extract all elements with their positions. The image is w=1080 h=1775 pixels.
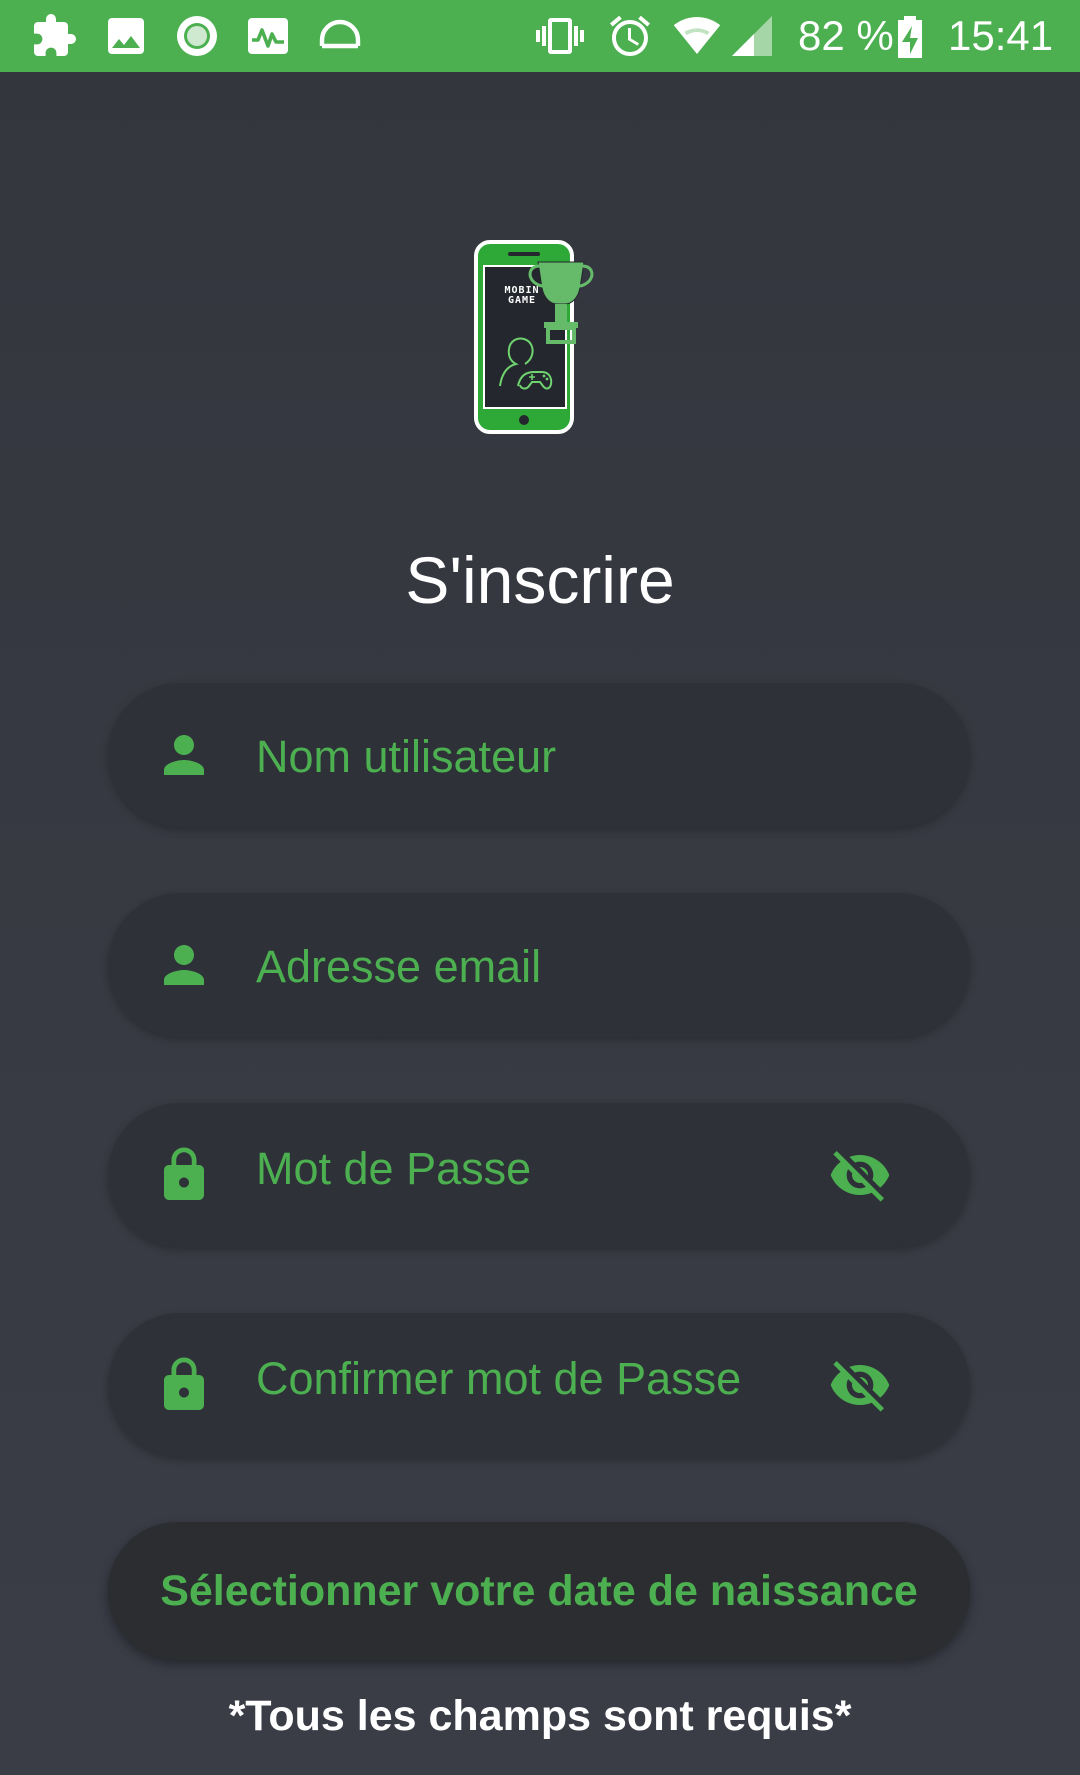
logo-caption: MOBIN GAME [504,285,540,306]
eye-off-icon[interactable] [824,1143,896,1207]
activity-icon [244,12,292,60]
signup-screen: 82 % 15:41 MOBIN GAME S'inscrire Nom uti… [0,0,1080,1775]
image-icon [102,12,150,60]
person-icon [154,935,214,995]
email-field[interactable]: Adresse email [108,893,970,1037]
eye-off-icon[interactable] [824,1353,896,1417]
puzzle-icon [30,12,78,60]
password-field[interactable]: Mot de Passe [108,1103,970,1247]
battery-percent: 82 % [798,12,894,59]
lock-icon [154,1355,214,1415]
confirm-password-placeholder: Confirmer mot de Passe [256,1353,742,1404]
password-placeholder: Mot de Passe [256,1143,532,1194]
app-logo: MOBIN GAME [470,238,610,438]
birth-date-button-label: Sélectionner votre date de naissance [160,1567,918,1615]
person-icon [154,725,214,785]
required-fields-note: *Tous les champs sont requis* [228,1692,852,1740]
username-placeholder: Nom utilisateur [256,731,557,782]
cell-signal-icon [728,12,776,60]
battery-charging-icon [890,12,930,60]
wifi-icon [673,12,721,60]
email-placeholder: Adresse email [256,941,542,992]
record-icon [173,12,221,60]
lock-icon [154,1145,214,1205]
status-bar: 82 % 15:41 [0,0,1080,72]
confirm-password-field[interactable]: Confirmer mot de Passe [108,1313,970,1457]
username-field[interactable]: Nom utilisateur [108,683,970,827]
page-title: S'inscrire [405,543,675,617]
alarm-icon [606,12,654,60]
vibrate-icon [536,12,584,60]
birth-date-button[interactable]: Sélectionner votre date de naissance [108,1522,970,1660]
status-time: 15:41 [948,12,1054,59]
headset-icon [316,12,364,60]
